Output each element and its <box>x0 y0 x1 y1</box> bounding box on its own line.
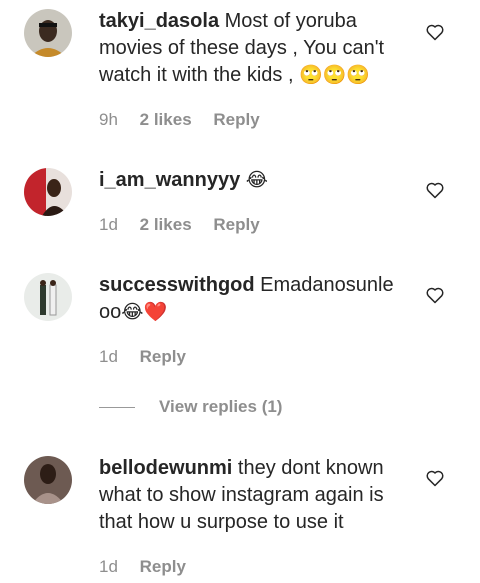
comment-meta: 1d Reply <box>99 557 203 577</box>
likes-count[interactable]: 2 likes <box>140 215 192 234</box>
divider-line <box>99 407 135 408</box>
comment-time: 1d <box>99 215 118 234</box>
heart-outline-icon[interactable] <box>425 285 445 305</box>
emoji: 🙄🙄🙄 <box>299 64 371 86</box>
reply-button[interactable]: Reply <box>213 215 259 234</box>
avatar[interactable] <box>24 456 72 504</box>
comment-meta: 1d 2 likes Reply <box>99 215 277 235</box>
comment-meta: 1d Reply <box>99 347 203 367</box>
likes-count[interactable]: 2 likes <box>140 110 192 129</box>
comment-username[interactable]: takyi_dasola <box>99 10 219 32</box>
emoji: 😂 <box>245 169 268 191</box>
avatar[interactable] <box>24 168 72 216</box>
comment-username[interactable]: bellodewunmi <box>99 457 232 479</box>
heart-outline-icon[interactable] <box>425 180 445 200</box>
heart-outline-icon[interactable] <box>425 468 445 488</box>
comment-body: bellodewunmi they dont known what to sho… <box>99 455 409 536</box>
view-replies-label[interactable]: View replies (1) <box>159 397 282 417</box>
reply-button[interactable]: Reply <box>140 557 186 576</box>
comment-time: 1d <box>99 557 118 576</box>
avatar[interactable] <box>24 273 72 321</box>
reply-button[interactable]: Reply <box>213 110 259 129</box>
comment-body: takyi_dasola Most of yoruba movies of th… <box>99 8 409 89</box>
reply-button[interactable]: Reply <box>140 347 186 366</box>
comment-body: successwithgod Emadanosunle oo😂❤️ <box>99 272 409 326</box>
comment-meta: 9h 2 likes Reply <box>99 110 277 130</box>
heart-outline-icon[interactable] <box>425 22 445 42</box>
comment-time: 1d <box>99 347 118 366</box>
emoji: 😂❤️ <box>121 301 168 323</box>
comment-username[interactable]: successwithgod <box>99 274 255 296</box>
comment-time: 9h <box>99 110 118 129</box>
comment-body: i_am_wannyyy 😂 <box>99 167 409 194</box>
avatar[interactable] <box>24 9 72 57</box>
comment-username[interactable]: i_am_wannyyy <box>99 169 240 191</box>
